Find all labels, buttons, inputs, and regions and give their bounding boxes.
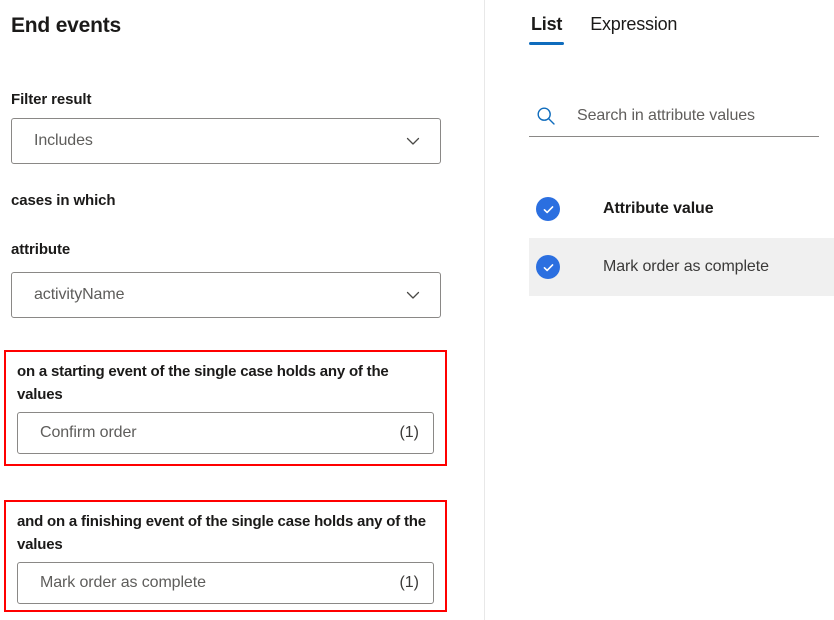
tab-expression[interactable]: Expression — [588, 14, 679, 45]
cases-in-which-label: cases in which — [11, 192, 116, 209]
filter-result-dropdown[interactable]: Includes — [11, 118, 441, 164]
finishing-event-value-count: (1) — [399, 574, 419, 591]
list-item-label: Mark order as complete — [603, 258, 769, 275]
tab-list[interactable]: List — [529, 14, 565, 45]
starting-event-value-count: (1) — [399, 424, 419, 441]
finishing-event-value-text: Mark order as complete — [40, 574, 206, 591]
attribute-value: activityName — [34, 286, 125, 303]
search-input[interactable] — [577, 106, 819, 125]
chevron-down-icon — [404, 286, 422, 304]
search-icon — [535, 105, 557, 127]
starting-event-label: on a starting event of the single case h… — [17, 363, 389, 403]
attribute-label: attribute — [11, 241, 71, 258]
list-item[interactable]: Mark order as complete — [529, 238, 834, 296]
check-icon[interactable] — [536, 197, 560, 221]
attribute-dropdown[interactable]: activityName — [11, 272, 441, 318]
chevron-down-icon — [404, 132, 422, 150]
attribute-value-header-label: Attribute value — [603, 200, 714, 217]
filter-editor-window: End events Filter result Includes cases … — [0, 0, 834, 620]
tab-list-label: List — [531, 14, 563, 34]
starting-event-value-text: Confirm order — [40, 424, 137, 441]
finishing-event-highlight-box: and on a finishing event of the single c… — [4, 500, 447, 612]
attribute-value-header-row[interactable]: Attribute value — [529, 180, 834, 238]
value-source-tabs: List Expression — [529, 14, 679, 45]
filter-result-label: Filter result — [11, 91, 92, 108]
filter-result-value: Includes — [34, 132, 93, 149]
finishing-event-label: and on a finishing event of the single c… — [17, 513, 426, 553]
attribute-value-search[interactable] — [529, 95, 819, 137]
filter-configuration-pane: End events Filter result Includes cases … — [0, 0, 485, 620]
starting-event-highlight-box: on a starting event of the single case h… — [4, 350, 447, 466]
check-icon[interactable] — [536, 255, 560, 279]
attribute-values-list: Attribute value Mark order as complete — [529, 180, 834, 296]
tab-expression-label: Expression — [590, 14, 678, 34]
page-title: End events — [11, 14, 122, 37]
finishing-event-values-field[interactable]: Mark order as complete (1) — [17, 562, 434, 604]
attribute-values-pane — [485, 0, 834, 620]
starting-event-values-field[interactable]: Confirm order (1) — [17, 412, 434, 454]
